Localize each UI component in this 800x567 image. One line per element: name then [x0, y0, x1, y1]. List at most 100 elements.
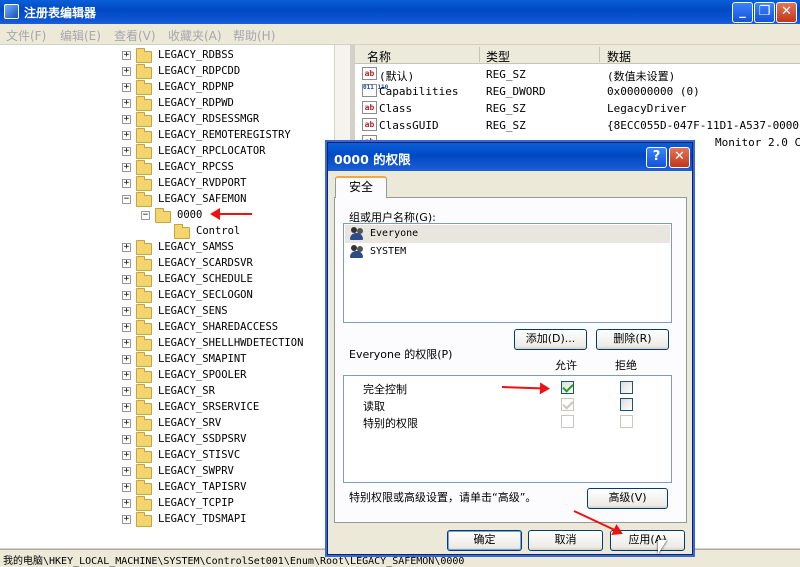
expand-icon[interactable]: +: [122, 99, 131, 108]
special-deny-checkbox: [620, 415, 633, 428]
expand-icon[interactable]: +: [122, 323, 131, 332]
add-user-button[interactable]: 添加(D)...: [514, 329, 587, 350]
expand-icon[interactable]: +: [122, 403, 131, 412]
folder-icon: [136, 496, 152, 511]
expand-icon[interactable]: +: [122, 467, 131, 476]
tree-item[interactable]: − LEGACY_SAFEMON: [0, 192, 334, 208]
help-button[interactable]: ?: [646, 147, 667, 168]
tree-item-label: LEGACY_RDPWD: [158, 97, 234, 109]
expand-icon[interactable]: +: [122, 275, 131, 284]
users-list[interactable]: Everyone SYSTEM: [343, 223, 672, 323]
tree-item[interactable]: + LEGACY_SR: [0, 384, 334, 400]
folder-icon: [136, 160, 152, 175]
expand-icon[interactable]: +: [122, 419, 131, 428]
tree-item[interactable]: + LEGACY_SRV: [0, 416, 334, 432]
tree-item[interactable]: + LEGACY_TDSMAPI: [0, 512, 334, 528]
expand-icon[interactable]: +: [122, 243, 131, 252]
expand-icon[interactable]: +: [122, 115, 131, 124]
expand-icon[interactable]: +: [122, 355, 131, 364]
tree-item[interactable]: + LEGACY_SCARDSVR: [0, 256, 334, 272]
expand-icon[interactable]: +: [122, 179, 131, 188]
tree-item[interactable]: + LEGACY_SMAPINT: [0, 352, 334, 368]
tab-security[interactable]: 安全: [335, 176, 387, 198]
dialog-close-button[interactable]: ✕: [669, 147, 690, 168]
tree-item[interactable]: + LEGACY_SECLOGON: [0, 288, 334, 304]
user-row-everyone[interactable]: Everyone: [345, 225, 670, 243]
tree-item[interactable]: Control: [0, 224, 334, 240]
string-value-icon: ab: [362, 101, 377, 114]
expand-icon[interactable]: +: [122, 67, 131, 76]
tree-item-label: LEGACY_SRSERVICE: [158, 401, 260, 413]
tree-item[interactable]: + LEGACY_SSDPSRV: [0, 432, 334, 448]
remove-user-button[interactable]: 删除(R): [596, 329, 669, 350]
tree-item[interactable]: + LEGACY_TCPIP: [0, 496, 334, 512]
read-allow-checkbox[interactable]: [561, 398, 574, 411]
read-deny-checkbox[interactable]: [620, 398, 633, 411]
ok-button[interactable]: 确定: [447, 530, 522, 551]
user-row-system[interactable]: SYSTEM: [345, 243, 670, 261]
menu-file[interactable]: 文件(F): [6, 27, 46, 44]
tree-item[interactable]: + LEGACY_SHAREDACCESS: [0, 320, 334, 336]
full-control-deny-checkbox[interactable]: [620, 381, 633, 394]
advanced-button[interactable]: 高级(V): [587, 488, 668, 509]
tree-item[interactable]: + LEGACY_RDPCDD: [0, 64, 334, 80]
expand-icon[interactable]: +: [122, 499, 131, 508]
tree-item[interactable]: + LEGACY_SENS: [0, 304, 334, 320]
tree-item[interactable]: + LEGACY_RPCLOCATOR: [0, 144, 334, 160]
expand-icon[interactable]: +: [122, 451, 131, 460]
menu-favorites[interactable]: 收藏夹(A): [168, 27, 222, 44]
expand-icon[interactable]: +: [122, 163, 131, 172]
tree-item[interactable]: + LEGACY_SWPRV: [0, 464, 334, 480]
header-data[interactable]: 数据: [607, 48, 631, 65]
registry-tree[interactable]: + LEGACY_RDBSS + LEGACY_RDPCDD + LEGACY_RDPNP…: [0, 45, 349, 548]
tree-item[interactable]: + LEGACY_SHELLHWDETECTION: [0, 336, 334, 352]
collapse-icon[interactable]: −: [141, 211, 150, 220]
value-row[interactable]: 011 110 Capabilities REG_DWORD 0x00000000 (…: [355, 83, 800, 100]
close-button[interactable]: ✕: [776, 2, 797, 23]
expand-icon[interactable]: +: [122, 483, 131, 492]
menu-help[interactable]: 帮助(H): [233, 27, 275, 44]
expand-icon[interactable]: +: [122, 371, 131, 380]
cancel-button[interactable]: 取消: [528, 530, 603, 551]
value-row[interactable]: ab Class REG_SZ LegacyDriver: [355, 100, 800, 117]
tree-item[interactable]: − 0000: [0, 208, 334, 224]
value-row[interactable]: ab (默认) REG_SZ (数值未设置): [355, 66, 800, 83]
tree-item[interactable]: + LEGACY_RVDPORT: [0, 176, 334, 192]
folder-icon: [136, 304, 152, 319]
tree-item[interactable]: + LEGACY_SPOOLER: [0, 368, 334, 384]
mouse-cursor-icon: [658, 540, 667, 554]
value-row[interactable]: ab ClassGUID REG_SZ {8ECC055D-047F-11D1-A53…: [355, 117, 800, 134]
expand-icon[interactable]: +: [122, 83, 131, 92]
tree-item[interactable]: + LEGACY_TAPISRV: [0, 480, 334, 496]
expand-icon[interactable]: +: [122, 435, 131, 444]
tree-item[interactable]: + LEGACY_RDPNP: [0, 80, 334, 96]
menu-edit[interactable]: 编辑(E): [60, 27, 101, 44]
expand-icon[interactable]: +: [122, 387, 131, 396]
maximize-button[interactable]: ❐: [754, 2, 775, 23]
full-control-allow-checkbox[interactable]: [561, 381, 574, 394]
expand-icon[interactable]: +: [122, 51, 131, 60]
tree-item[interactable]: + LEGACY_STISVC: [0, 448, 334, 464]
tree-item[interactable]: + LEGACY_SAMSS: [0, 240, 334, 256]
expand-icon[interactable]: +: [122, 515, 131, 524]
tree-item[interactable]: + LEGACY_RPCSS: [0, 160, 334, 176]
tree-item[interactable]: + LEGACY_SCHEDULE: [0, 272, 334, 288]
expand-icon[interactable]: +: [122, 147, 131, 156]
tree-item[interactable]: + LEGACY_RDPWD: [0, 96, 334, 112]
menu-view[interactable]: 查看(V): [114, 27, 156, 44]
tree-item[interactable]: + LEGACY_RDSESSMGR: [0, 112, 334, 128]
collapse-icon[interactable]: −: [122, 195, 131, 204]
expand-icon[interactable]: +: [122, 339, 131, 348]
expand-icon[interactable]: +: [122, 259, 131, 268]
tree-item[interactable]: + LEGACY_RDBSS: [0, 48, 334, 64]
menu-bar: 文件(F) 编辑(E) 查看(V) 收藏夹(A) 帮助(H): [0, 24, 800, 44]
header-name[interactable]: 名称: [367, 48, 391, 65]
expand-icon[interactable]: +: [122, 307, 131, 316]
tree-item[interactable]: + LEGACY_SRSERVICE: [0, 400, 334, 416]
tree-item[interactable]: + LEGACY_REMOTEREGISTRY: [0, 128, 334, 144]
tree-item-label: LEGACY_RPCLOCATOR: [158, 145, 266, 157]
expand-icon[interactable]: +: [122, 131, 131, 140]
expand-icon[interactable]: +: [122, 291, 131, 300]
header-type[interactable]: 类型: [486, 48, 510, 65]
minimize-button[interactable]: _: [732, 2, 753, 23]
